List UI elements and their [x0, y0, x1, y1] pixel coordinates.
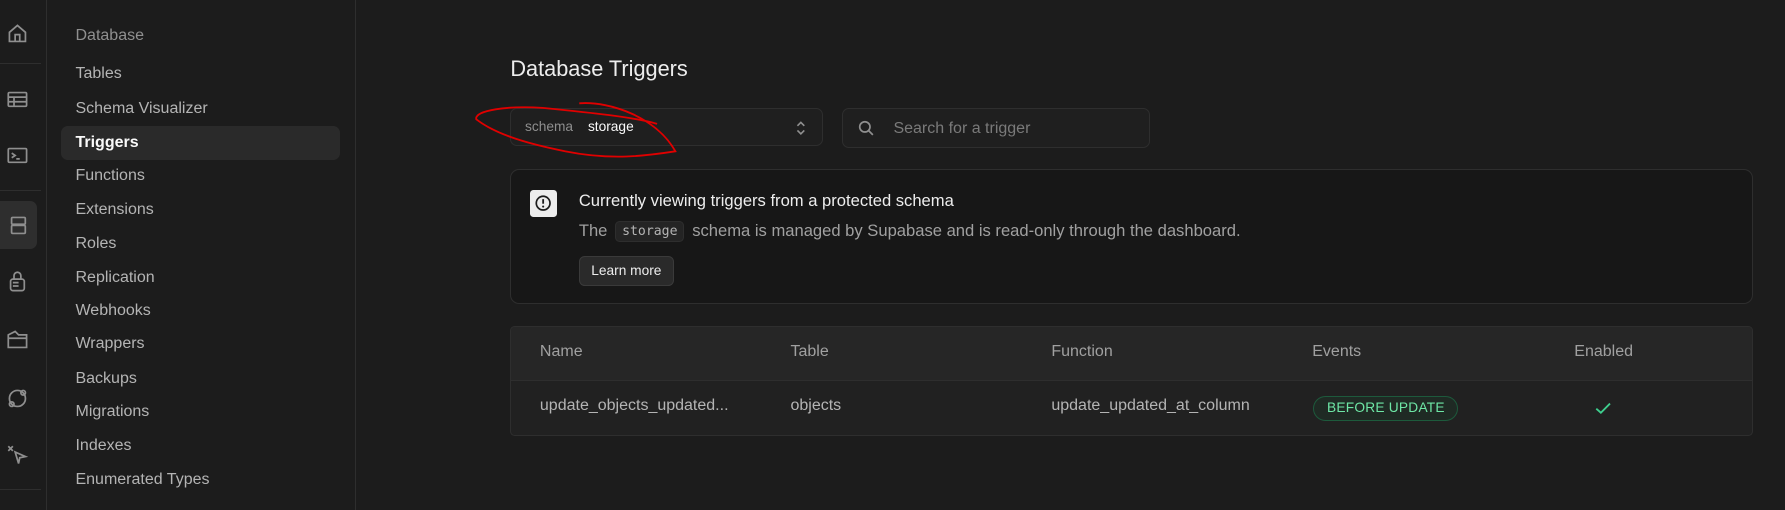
- enabled-check-icon: [1595, 403, 1611, 415]
- rail-divider: [0, 62, 42, 65]
- trigger-search[interactable]: [842, 107, 1150, 149]
- alert-exclamation-icon: [529, 189, 558, 218]
- alert-schema-code: storage: [615, 220, 685, 243]
- event-badge: BEFORE UPDATE: [1313, 395, 1459, 421]
- learn-more-button[interactable]: Learn more: [578, 256, 674, 286]
- rail-divider: [0, 189, 42, 192]
- search-input[interactable]: [891, 108, 1148, 149]
- menu-item-indexes[interactable]: Indexes: [61, 429, 340, 463]
- schema-select[interactable]: schema storage: [510, 107, 823, 147]
- page-title: Database Triggers: [510, 56, 688, 82]
- alert-desc-prefix: The: [578, 221, 608, 241]
- schema-select-value: storage: [587, 119, 634, 135]
- alert-desc-suffix: schema is managed by Supabase and is rea…: [692, 221, 1241, 241]
- column-header-enabled: Enabled: [1574, 343, 1633, 361]
- menu-item-replication[interactable]: Replication: [61, 261, 340, 295]
- database-icon[interactable]: [0, 201, 37, 250]
- database-menu: Database Tables Schema Visualizer Trigge…: [47, 0, 356, 510]
- menu-item-roles[interactable]: Roles: [61, 227, 340, 261]
- schema-select-label: schema: [525, 119, 574, 135]
- home-icon[interactable]: [0, 16, 34, 50]
- column-header-events: Events: [1312, 343, 1362, 361]
- menu-item-schema-visualizer[interactable]: Schema Visualizer: [61, 92, 340, 126]
- menu-item-wrappers[interactable]: Wrappers: [61, 327, 340, 361]
- menu-heading: Database: [75, 27, 145, 45]
- storage-folder-icon[interactable]: [0, 323, 34, 357]
- rail-divider: [0, 488, 42, 490]
- column-header-function: Function: [1051, 343, 1113, 361]
- table-header: Name Table Function Events Enabled: [511, 327, 1752, 381]
- menu-item-backups[interactable]: Backups: [61, 362, 340, 396]
- protected-schema-alert: Currently viewing triggers from a protec…: [510, 169, 1753, 305]
- trigger-name: update_objects_updated...: [539, 396, 729, 414]
- menu-item-tables[interactable]: Tables: [61, 57, 340, 91]
- auth-lock-icon[interactable]: [0, 264, 34, 298]
- column-header-name: Name: [539, 343, 583, 361]
- search-icon: [858, 120, 874, 136]
- chevron-up-down-icon: [797, 121, 806, 135]
- realtime-icon[interactable]: [0, 381, 34, 415]
- menu-item-functions[interactable]: Functions: [61, 159, 340, 193]
- edge-functions-icon[interactable]: [0, 438, 34, 472]
- menu-item-extensions[interactable]: Extensions: [61, 193, 340, 227]
- sql-editor-icon[interactable]: [0, 138, 34, 172]
- menu-item-enumerated-types[interactable]: Enumerated Types: [61, 463, 340, 497]
- menu-item-webhooks[interactable]: Webhooks: [61, 294, 340, 328]
- menu-item-triggers[interactable]: Triggers: [60, 125, 340, 161]
- alert-description: The storage schema is managed by Supabas…: [578, 220, 1241, 243]
- alert-title: Currently viewing triggers from a protec…: [578, 190, 954, 210]
- trigger-table: objects: [790, 396, 842, 414]
- trigger-function: update_updated_at_column: [1051, 396, 1250, 414]
- triggers-table: Name Table Function Events Enabled updat…: [510, 326, 1753, 436]
- table-editor-icon[interactable]: [0, 82, 34, 116]
- column-header-table: Table: [790, 343, 829, 361]
- icon-rail: [0, 0, 47, 510]
- menu-item-migrations[interactable]: Migrations: [61, 395, 340, 429]
